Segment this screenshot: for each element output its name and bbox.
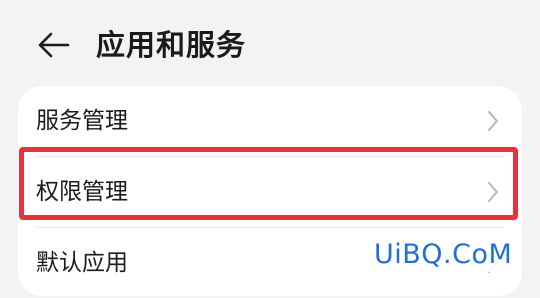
chevron-right-icon	[486, 181, 500, 203]
list-item-permission-management[interactable]: 权限管理	[18, 157, 522, 227]
list-item-service-management[interactable]: 服务管理	[18, 86, 522, 156]
watermark-text: UiBQ.CoM	[370, 238, 517, 272]
arrow-left-icon	[34, 28, 74, 62]
list-item-label: 权限管理	[36, 179, 128, 205]
page-title: 应用和服务	[96, 28, 247, 62]
top-app-bar: 应用和服务	[0, 0, 540, 88]
chevron-right-icon	[486, 110, 500, 132]
list-item-label: 默认应用	[36, 250, 128, 276]
back-button[interactable]	[34, 28, 74, 62]
list-item-label: 服务管理	[36, 108, 128, 134]
